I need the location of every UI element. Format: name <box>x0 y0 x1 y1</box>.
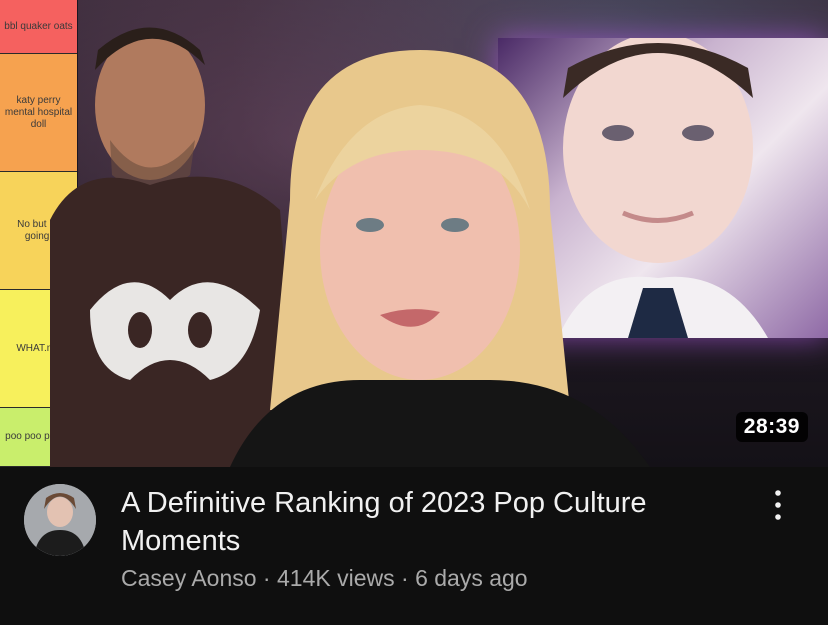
upload-age: 6 days ago <box>415 565 528 591</box>
video-title[interactable]: A Definitive Ranking of 2023 Pop Culture… <box>121 484 761 560</box>
separator: · <box>401 565 409 591</box>
view-count: 414K views <box>276 565 395 591</box>
avatar-illustration <box>24 484 96 556</box>
channel-avatar[interactable] <box>24 484 96 556</box>
duration-badge: 28:39 <box>735 412 808 442</box>
video-metadata: A Definitive Ranking of 2023 Pop Culture… <box>0 467 828 625</box>
separator: · <box>262 565 271 591</box>
channel-name[interactable]: Casey Aonso <box>121 565 257 591</box>
video-thumbnail[interactable]: bbl quaker oats katy perry mental hospit… <box>0 0 828 467</box>
woman-figure <box>230 50 650 467</box>
video-subtitle: Casey Aonso · 414K views · 6 days ago <box>121 565 528 592</box>
more-vert-icon[interactable] <box>764 485 792 525</box>
